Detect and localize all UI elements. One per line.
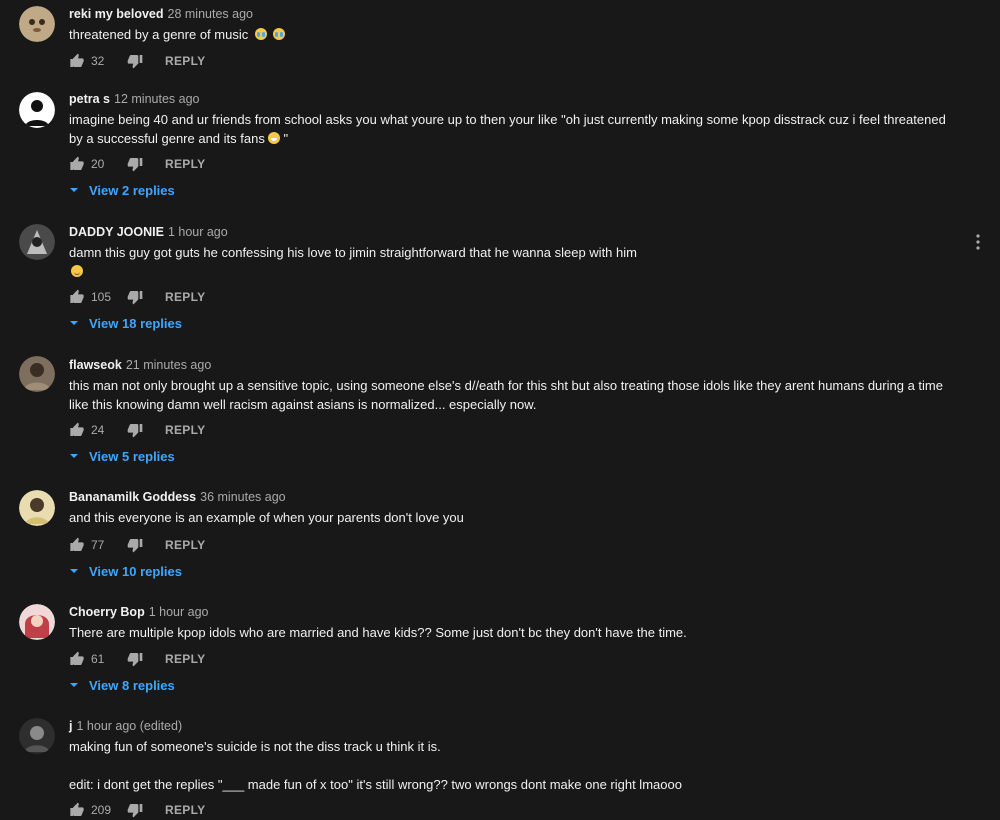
chevron-down-icon <box>70 188 78 192</box>
comment-time[interactable]: 1 hour ago <box>149 605 209 619</box>
grinning-emoji-icon <box>267 132 280 144</box>
thumbs-down-icon[interactable] <box>127 537 143 553</box>
reply-button[interactable]: REPLY <box>165 803 205 817</box>
comment-time[interactable]: 1 hour ago <box>168 225 228 239</box>
thumbs-up-icon[interactable] <box>69 53 85 69</box>
comment-author[interactable]: j <box>69 719 72 733</box>
view-replies-label: View 10 replies <box>89 563 182 579</box>
thumbs-down-icon[interactable] <box>127 289 143 305</box>
comment-header: Bananamilk Goddess 36 minutes ago <box>69 489 960 505</box>
avatar[interactable] <box>19 356 55 392</box>
thumbs-up-icon[interactable] <box>69 156 85 172</box>
comment-text: making fun of someone's suicide is not t… <box>69 739 682 792</box>
comment-header: reki my beloved 28 minutes ago <box>69 6 960 22</box>
comment-header: flawseok 21 minutes ago <box>69 357 960 373</box>
view-replies-label: View 8 replies <box>89 677 175 693</box>
comment-text: damn this guy got guts he confessing his… <box>69 243 960 281</box>
comment-header: Choerry Bop 1 hour ago <box>69 604 960 620</box>
thumbs-down-icon[interactable] <box>127 651 143 667</box>
view-replies-button[interactable]: View 2 replies <box>69 180 175 200</box>
chevron-down-icon <box>70 454 78 458</box>
view-replies-button[interactable]: View 8 replies <box>69 675 175 695</box>
view-replies-label: View 2 replies <box>89 182 175 198</box>
avatar[interactable] <box>19 92 55 128</box>
view-replies-label: View 18 replies <box>89 315 182 331</box>
thumbs-up-icon[interactable] <box>69 651 85 667</box>
thumbs-up-icon[interactable] <box>69 802 85 818</box>
thumbs-up-icon[interactable] <box>69 422 85 438</box>
comment-text: this man not only brought up a sensitive… <box>69 378 947 412</box>
avatar[interactable] <box>19 718 55 754</box>
reply-button[interactable]: REPLY <box>165 290 205 304</box>
avatar[interactable] <box>19 6 55 42</box>
reply-button[interactable]: REPLY <box>165 54 205 68</box>
comment-time[interactable]: 28 minutes ago <box>168 7 253 21</box>
comment-header: j 1 hour ago (edited) <box>69 718 960 734</box>
comment-actions: 77 REPLY <box>69 535 205 555</box>
loudly-crying-emoji-icon <box>273 28 286 40</box>
comment-author[interactable]: Bananamilk Goddess <box>69 490 196 504</box>
comment-text: There are multiple kpop idols who are ma… <box>69 625 687 640</box>
like-count: 77 <box>91 538 105 552</box>
reply-button[interactable]: REPLY <box>165 652 205 666</box>
reply-button[interactable]: REPLY <box>165 423 205 437</box>
avatar[interactable] <box>19 490 55 526</box>
avatar[interactable] <box>19 604 55 640</box>
comment-actions: 105 REPLY <box>69 287 205 307</box>
comment-header: petra s 12 minutes ago <box>69 91 960 107</box>
comment-time[interactable]: 1 hour ago (edited) <box>76 719 182 733</box>
comment-header: DADDY JOONIE 1 hour ago <box>69 224 960 240</box>
comment-author[interactable]: Choerry Bop <box>69 605 145 619</box>
more-vert-icon[interactable] <box>974 234 982 250</box>
comment-author[interactable]: petra s <box>69 92 110 106</box>
view-replies-button[interactable]: View 5 replies <box>69 446 175 466</box>
thumbs-up-icon[interactable] <box>69 289 85 305</box>
comment-actions: 209 REPLY <box>69 800 205 820</box>
like-count: 61 <box>91 652 105 666</box>
thumbs-up-icon[interactable] <box>69 537 85 553</box>
comment-author[interactable]: DADDY JOONIE <box>69 225 164 239</box>
like-count: 105 <box>91 290 112 304</box>
loudly-crying-emoji-icon <box>254 28 267 40</box>
thumbs-down-icon[interactable] <box>127 802 143 818</box>
reply-button[interactable]: REPLY <box>165 157 205 171</box>
like-count: 20 <box>91 157 105 171</box>
reply-button[interactable]: REPLY <box>165 538 205 552</box>
comment-text: and this everyone is an example of when … <box>69 510 464 525</box>
like-count: 209 <box>91 803 112 817</box>
chevron-down-icon <box>70 683 78 687</box>
comment-text: imagine being 40 and ur friends from sch… <box>69 112 950 146</box>
thumbs-down-icon[interactable] <box>127 422 143 438</box>
comment-actions: 61 REPLY <box>69 649 205 669</box>
view-replies-label: View 5 replies <box>89 448 175 464</box>
chevron-down-icon <box>70 569 78 573</box>
smiling-emoji-icon <box>71 265 83 277</box>
comment-author[interactable]: reki my beloved <box>69 7 164 21</box>
comment-time[interactable]: 21 minutes ago <box>126 358 211 372</box>
thumbs-down-icon[interactable] <box>127 53 143 69</box>
chevron-down-icon <box>70 321 78 325</box>
comment-time[interactable]: 36 minutes ago <box>200 490 285 504</box>
comment-text: threatened by a genre of music <box>69 25 960 44</box>
avatar[interactable] <box>19 224 55 260</box>
like-count: 24 <box>91 423 105 437</box>
comment-actions: 20 REPLY <box>69 154 205 174</box>
comment-actions: 24 REPLY <box>69 420 205 440</box>
view-replies-button[interactable]: View 18 replies <box>69 313 182 333</box>
like-count: 32 <box>91 54 105 68</box>
view-replies-button[interactable]: View 10 replies <box>69 561 182 581</box>
comment-time[interactable]: 12 minutes ago <box>114 92 199 106</box>
comment-author[interactable]: flawseok <box>69 358 122 372</box>
comment-actions: 32 REPLY <box>69 51 205 71</box>
thumbs-down-icon[interactable] <box>127 156 143 172</box>
